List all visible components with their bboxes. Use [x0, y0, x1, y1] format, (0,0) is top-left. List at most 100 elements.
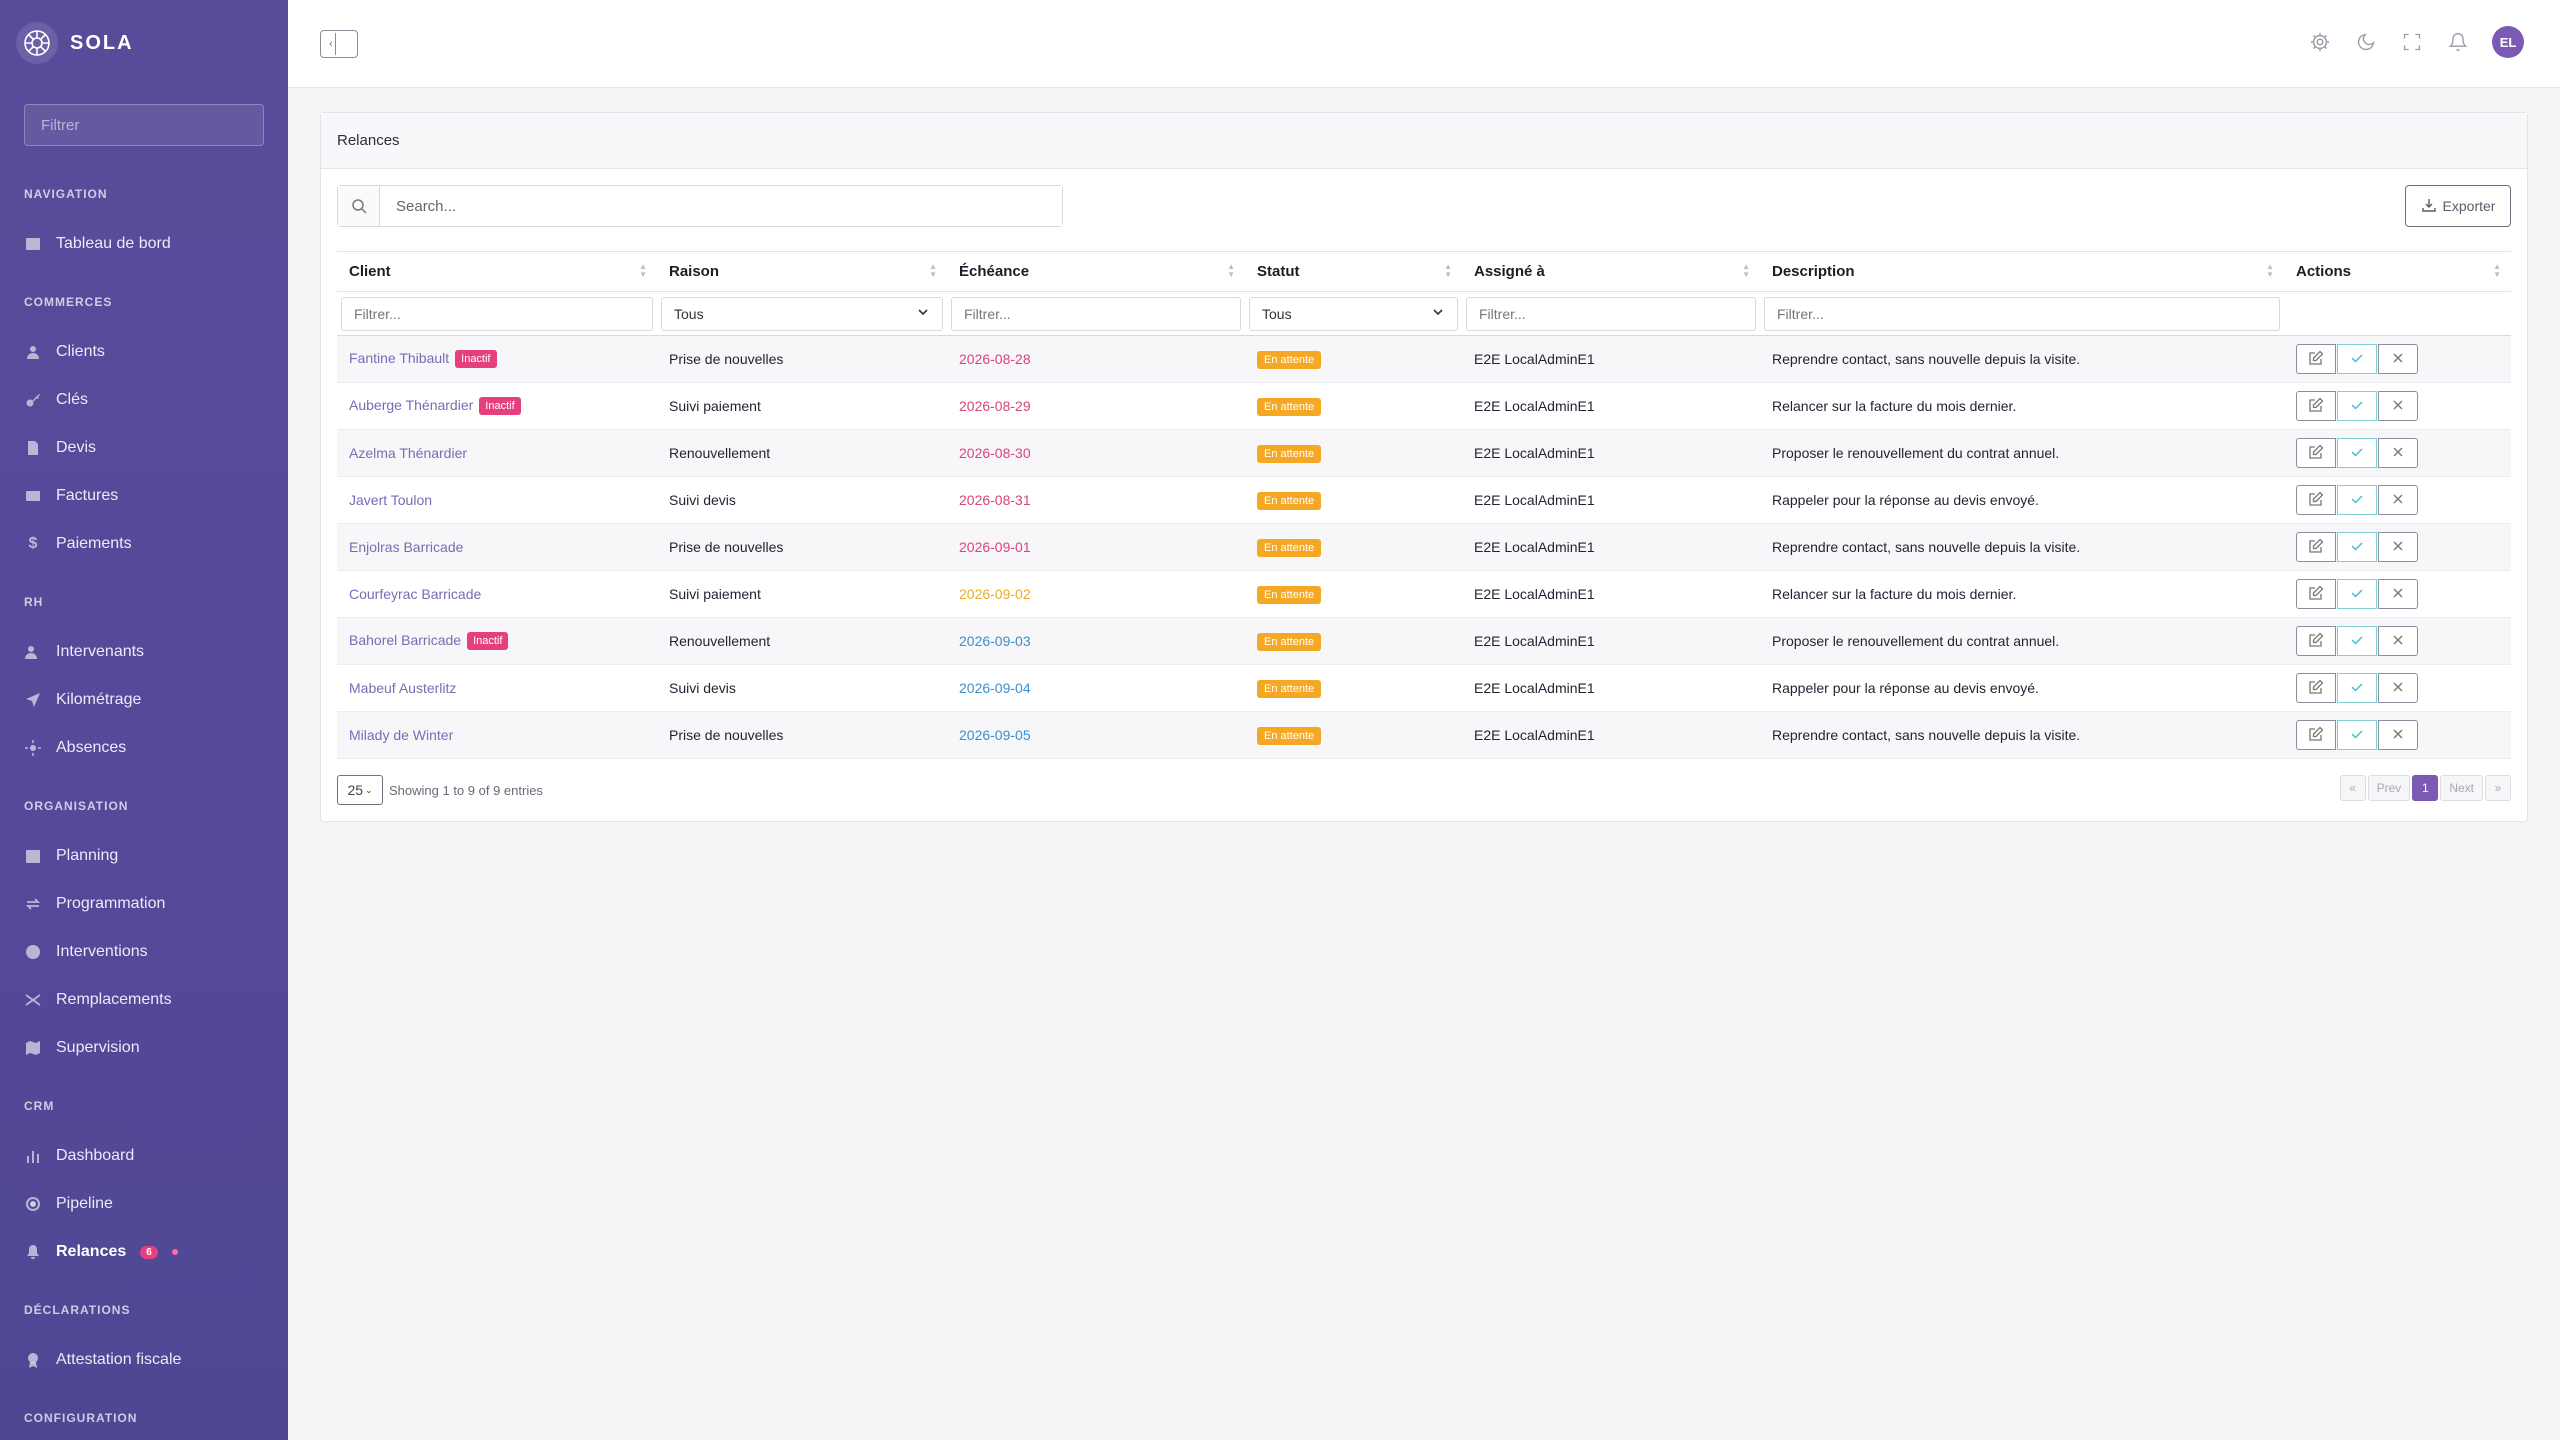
brand[interactable]: SOLA: [16, 22, 134, 64]
complete-button[interactable]: [2337, 626, 2377, 656]
col-header-statut[interactable]: Statut ▲ ▼: [1245, 251, 1462, 292]
client-link[interactable]: Auberge Thénardier: [349, 397, 473, 413]
edit-button[interactable]: [2296, 438, 2336, 468]
sidebar-item-pipeline[interactable]: Pipeline: [24, 1190, 113, 1218]
col-header-client[interactable]: Client ▲ ▼: [337, 251, 657, 292]
section-declarations: DÉCLARATIONS: [24, 1303, 131, 1317]
cancel-button[interactable]: [2378, 579, 2418, 609]
complete-button[interactable]: [2337, 391, 2377, 421]
bell-icon[interactable]: [2446, 30, 2470, 54]
edit-button[interactable]: [2296, 626, 2336, 656]
sidebar-item-devis[interactable]: Devis: [24, 434, 96, 462]
client-link[interactable]: Courfeyrac Barricade: [349, 586, 481, 602]
sidebar-item-programmation[interactable]: Programmation: [24, 890, 165, 918]
moon-icon[interactable]: [2354, 30, 2378, 54]
sidebar-item-tableau-de-bord[interactable]: Tableau de bord: [24, 230, 171, 258]
cancel-button[interactable]: [2378, 485, 2418, 515]
edit-button[interactable]: [2296, 673, 2336, 703]
sidebar-item-paiements[interactable]: $ Paiements: [24, 530, 132, 558]
cell-raison: Prise de nouvelles: [657, 335, 947, 383]
edit-button[interactable]: [2296, 579, 2336, 609]
export-button[interactable]: Exporter: [2405, 185, 2511, 227]
col-header-actions[interactable]: Actions ▲ ▼: [2284, 251, 2511, 292]
cell-assigne: E2E LocalAdminE1: [1462, 570, 1760, 618]
sidebar-filter-input[interactable]: [24, 104, 264, 146]
fullscreen-icon[interactable]: [2400, 30, 2424, 54]
brand-logo-icon: [16, 22, 58, 64]
search-icon: [338, 186, 380, 226]
sidebar-item-cles[interactable]: Clés: [24, 386, 88, 414]
sidebar-item-kilometrage[interactable]: Kilométrage: [24, 686, 141, 714]
sidebar-item-absences[interactable]: Absences: [24, 734, 126, 762]
search-input[interactable]: [380, 186, 1062, 226]
sidebar-item-label: Interventions: [56, 943, 148, 960]
first-page-button[interactable]: «: [2339, 775, 2366, 801]
cancel-button[interactable]: [2378, 438, 2418, 468]
complete-button[interactable]: [2337, 485, 2377, 515]
sidebar-item-intervenants[interactable]: Intervenants: [24, 638, 144, 666]
edit-button[interactable]: [2296, 344, 2336, 374]
complete-button[interactable]: [2337, 673, 2377, 703]
client-link[interactable]: Fantine Thibault: [349, 350, 449, 366]
cancel-button[interactable]: [2378, 626, 2418, 656]
client-link[interactable]: Javert Toulon: [349, 492, 432, 508]
cell-description: Relancer sur la facture du mois dernier.: [1760, 570, 2284, 618]
filter-statut-select[interactable]: Tous: [1249, 296, 1458, 331]
sidebar-toggle-button[interactable]: ‹: [320, 30, 358, 58]
cell-actions: [2284, 335, 2511, 383]
cell-statut: En attente: [1245, 664, 1462, 712]
complete-button[interactable]: [2337, 438, 2377, 468]
edit-button[interactable]: [2296, 720, 2336, 750]
cancel-button[interactable]: [2378, 720, 2418, 750]
edit-button[interactable]: [2296, 485, 2336, 515]
sidebar-item-factures[interactable]: Factures: [24, 482, 118, 510]
col-header-raison[interactable]: Raison ▲ ▼: [657, 251, 947, 292]
page-1-button[interactable]: 1: [2412, 775, 2439, 801]
sidebar-item-interventions[interactable]: Interventions: [24, 938, 148, 966]
sidebar-item-dashboard[interactable]: Dashboard: [24, 1142, 134, 1170]
user-avatar[interactable]: EL: [2492, 26, 2524, 58]
cancel-button[interactable]: [2378, 532, 2418, 562]
edit-button[interactable]: [2296, 532, 2336, 562]
filter-echeance-input[interactable]: [951, 296, 1241, 331]
complete-button[interactable]: [2337, 532, 2377, 562]
filter-raison-select[interactable]: Tous: [661, 296, 943, 331]
last-page-button[interactable]: »: [2485, 775, 2511, 801]
edit-icon: [2308, 350, 2324, 369]
sidebar-item-planning[interactable]: Planning: [24, 842, 118, 870]
settings-gear-icon[interactable]: [2308, 30, 2332, 54]
sidebar-item-attestation-fiscale[interactable]: Attestation fiscale: [24, 1346, 181, 1374]
cancel-button[interactable]: [2378, 673, 2418, 703]
complete-button[interactable]: [2337, 720, 2377, 750]
sidebar-item-clients[interactable]: Clients: [24, 338, 105, 366]
filter-description-input[interactable]: [1764, 296, 2280, 331]
col-header-echeance[interactable]: Échéance ▲ ▼: [947, 251, 1245, 292]
client-link[interactable]: Bahorel Barricade: [349, 632, 461, 648]
page-size-select[interactable]: 25 ⌄: [337, 775, 383, 805]
filter-client-input[interactable]: [341, 296, 653, 331]
client-link[interactable]: Milady de Winter: [349, 727, 453, 743]
sidebar-item-label: Absences: [56, 739, 127, 756]
client-link[interactable]: Azelma Thénardier: [349, 445, 467, 461]
filter-assigne-input[interactable]: [1466, 296, 1756, 331]
next-page-button[interactable]: Next: [2440, 775, 2483, 801]
sidebar-item-supervision[interactable]: Supervision: [24, 1034, 140, 1062]
cell-actions: [2284, 664, 2511, 712]
edit-icon: [2308, 491, 2324, 510]
edit-button[interactable]: [2296, 391, 2336, 421]
sidebar-item-relances[interactable]: Relances 6: [24, 1238, 178, 1266]
close-icon: [2392, 539, 2404, 555]
complete-button[interactable]: [2337, 344, 2377, 374]
sidebar-item-remplacements[interactable]: Remplacements: [24, 986, 172, 1014]
client-link[interactable]: Enjolras Barricade: [349, 539, 463, 555]
cancel-button[interactable]: [2378, 344, 2418, 374]
col-header-assigne[interactable]: Assigné à ▲ ▼: [1462, 251, 1760, 292]
prev-page-button[interactable]: Prev: [2367, 775, 2411, 801]
cell-assigne: E2E LocalAdminE1: [1462, 617, 1760, 665]
cell-actions: [2284, 476, 2511, 524]
col-header-description[interactable]: Description ▲ ▼: [1760, 251, 2284, 292]
status-badge: En attente: [1257, 491, 1322, 510]
cancel-button[interactable]: [2378, 391, 2418, 421]
complete-button[interactable]: [2337, 579, 2377, 609]
client-link[interactable]: Mabeuf Austerlitz: [349, 680, 456, 696]
